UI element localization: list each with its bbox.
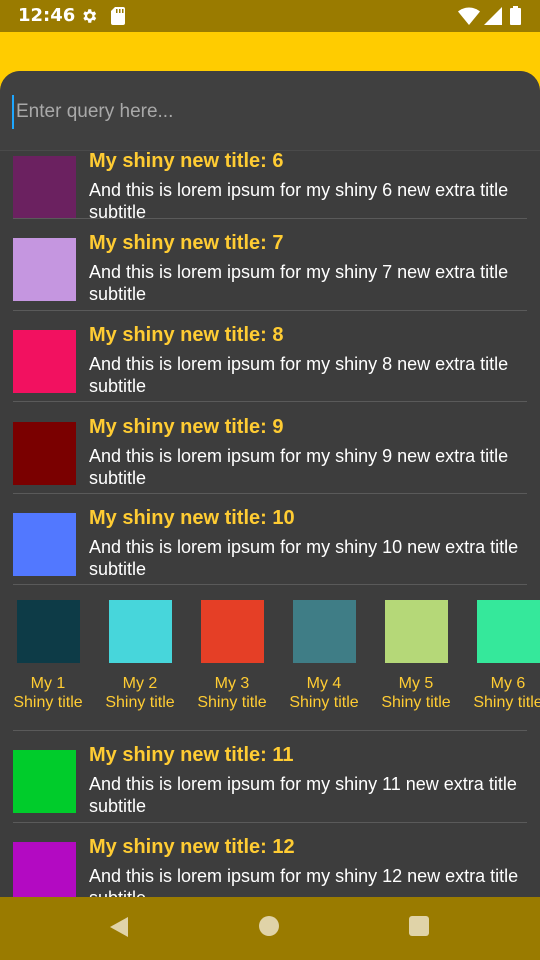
card-sublabel: Shiny title: [289, 694, 359, 711]
item-thumbnail: [13, 238, 76, 301]
list-item[interactable]: My shiny new title: 11 And this is lorem…: [0, 736, 540, 828]
card-thumbnail: [385, 600, 448, 663]
card-sublabel: Shiny title: [381, 694, 451, 711]
home-icon[interactable]: [259, 916, 279, 936]
carousel-card[interactable]: My 1 Shiny title: [13, 585, 105, 725]
card-label: My 4: [306, 675, 342, 692]
item-subtitle: And this is lorem ipsum for my shiny 6 n…: [89, 180, 509, 222]
card-thumbnail: [201, 600, 264, 663]
card-thumbnail: [109, 600, 172, 663]
card-sublabel: Shiny title: [105, 694, 175, 711]
bottom-sheet: My shiny new title: 6 And this is lorem …: [0, 71, 540, 897]
horizontal-carousel[interactable]: My 1 Shiny title My 2 Shiny title My 3 S…: [0, 585, 540, 730]
list-item[interactable]: My shiny new title: 10 And this is lorem…: [0, 499, 540, 591]
item-subtitle: And this is lorem ipsum for my shiny 9 n…: [89, 446, 509, 488]
item-title: My shiny new title: 8: [89, 324, 284, 346]
card-sublabel: Shiny title: [473, 694, 540, 711]
card-thumbnail: [293, 600, 356, 663]
card-sublabel: Shiny title: [197, 694, 267, 711]
back-icon[interactable]: [108, 915, 132, 939]
status-time: 12:46: [18, 5, 76, 26]
item-subtitle: And this is lorem ipsum for my shiny 12 …: [89, 866, 519, 897]
divider: [13, 401, 527, 402]
item-thumbnail: [13, 422, 76, 485]
search-bar: [0, 71, 540, 151]
list-item[interactable]: My shiny new title: 6 And this is lorem …: [0, 142, 540, 234]
card-label: My 3: [214, 675, 250, 692]
item-subtitle: And this is lorem ipsum for my shiny 10 …: [89, 537, 519, 579]
sd-card-icon: [111, 7, 125, 25]
divider: [13, 493, 527, 494]
divider: [13, 310, 527, 311]
navigation-bar: [0, 897, 540, 960]
item-title: My shiny new title: 7: [89, 232, 284, 254]
wifi-icon: [458, 7, 480, 25]
list-item[interactable]: My shiny new title: 9 And this is lorem …: [0, 408, 540, 500]
item-thumbnail: [13, 330, 76, 393]
card-thumbnail: [17, 600, 80, 663]
item-thumbnail: [13, 750, 76, 813]
battery-icon: [510, 6, 521, 25]
carousel-card[interactable]: My 5 Shiny title: [381, 585, 473, 725]
signal-icon: [484, 7, 502, 25]
divider: [13, 822, 527, 823]
item-title: My shiny new title: 10: [89, 507, 295, 529]
item-subtitle: And this is lorem ipsum for my shiny 11 …: [89, 774, 517, 816]
card-label: My 5: [398, 675, 434, 692]
gear-icon: [83, 9, 97, 23]
card-label: My 2: [122, 675, 158, 692]
item-subtitle: And this is lorem ipsum for my shiny 7 n…: [89, 262, 509, 304]
carousel-card[interactable]: My 3 Shiny title: [197, 585, 289, 725]
card-thumbnail: [477, 600, 540, 663]
card-label: My 1: [30, 675, 66, 692]
list-item[interactable]: My shiny new title: 8 And this is lorem …: [0, 316, 540, 408]
item-thumbnail: [13, 513, 76, 576]
list-item[interactable]: My shiny new title: 12 And this is lorem…: [0, 828, 540, 897]
carousel-card[interactable]: My 2 Shiny title: [105, 585, 197, 725]
card-sublabel: Shiny title: [13, 694, 83, 711]
item-thumbnail: [13, 842, 76, 897]
item-title: My shiny new title: 11: [89, 744, 294, 766]
item-title: My shiny new title: 12: [89, 836, 295, 858]
item-title: My shiny new title: 9: [89, 416, 284, 438]
item-subtitle: And this is lorem ipsum for my shiny 8 n…: [89, 354, 509, 396]
search-input[interactable]: [12, 95, 522, 129]
card-label: My 6: [490, 675, 526, 692]
divider: [13, 218, 527, 219]
carousel-card[interactable]: My 4 Shiny title: [289, 585, 381, 725]
carousel-card[interactable]: My 6 Shiny title: [473, 585, 540, 725]
item-title: My shiny new title: 6: [89, 150, 284, 172]
item-thumbnail: [13, 156, 76, 219]
recent-apps-icon[interactable]: [409, 916, 429, 936]
status-bar: 12:46: [0, 0, 540, 32]
divider: [13, 730, 527, 731]
list-item[interactable]: My shiny new title: 7 And this is lorem …: [0, 224, 540, 316]
